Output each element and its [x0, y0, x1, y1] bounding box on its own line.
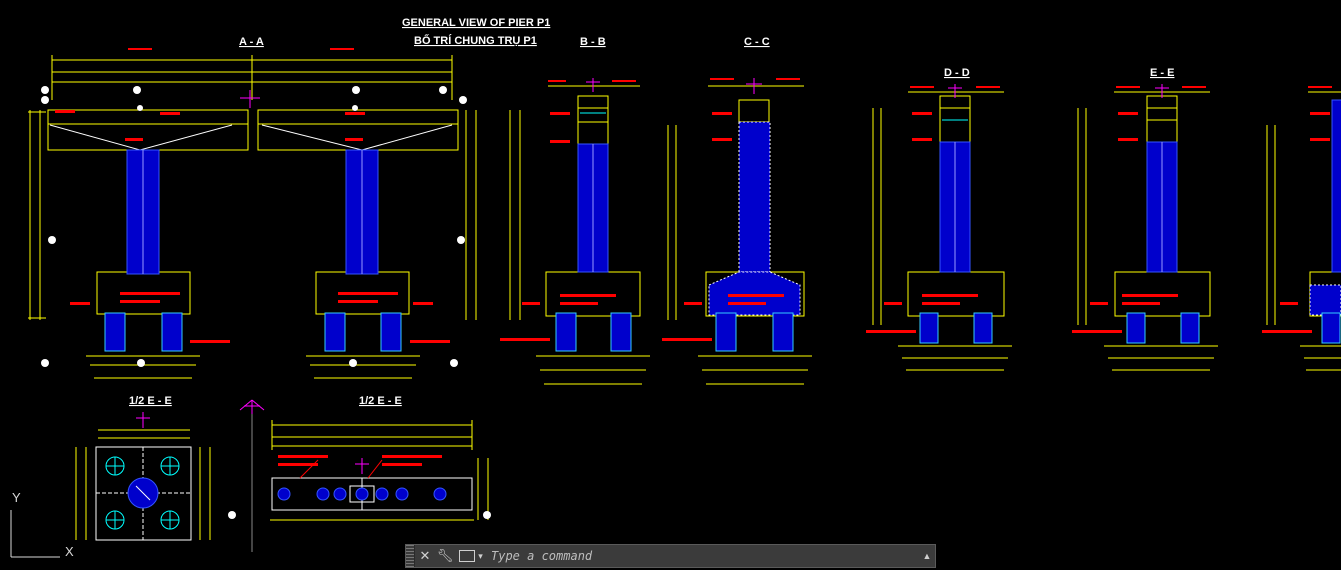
- section-label-d: D - D: [944, 67, 970, 79]
- command-prompt-icon[interactable]: ▾: [455, 545, 487, 567]
- drawing-subtitle: BỐ TRÍ CHUNG TRỤ P1: [414, 33, 537, 47]
- section-d-d: [866, 84, 1012, 371]
- plan-view-beam: [228, 400, 491, 521]
- plan-label-1: 1/2 E - E: [129, 395, 172, 407]
- section-c-c: [662, 78, 812, 385]
- command-line-grip[interactable]: [406, 545, 415, 567]
- command-input[interactable]: [487, 546, 919, 566]
- drawing-title: GENERAL VIEW OF PIER P1: [402, 17, 550, 29]
- section-partial-right: [1262, 86, 1341, 371]
- section-e-e: [1072, 84, 1218, 371]
- section-label-b: B - B: [580, 36, 606, 48]
- chevron-up-icon[interactable]: ▲: [919, 551, 935, 561]
- section-label-e: E - E: [1150, 67, 1174, 79]
- plan-view-pile-cap: [75, 412, 211, 541]
- ucs-y-label: Y: [12, 490, 21, 505]
- section-label-a: A - A: [239, 36, 264, 48]
- section-b-b: [500, 78, 650, 385]
- close-icon[interactable]: ✕: [415, 545, 435, 567]
- ucs-icon: [10, 510, 60, 558]
- plan-label-2: 1/2 E - E: [359, 395, 402, 407]
- ucs-x-label: X: [65, 544, 74, 559]
- command-line: ✕ 🔧︎ ▾ ▲: [405, 544, 936, 568]
- section-label-c: C - C: [744, 36, 770, 48]
- drawing-canvas[interactable]: GENERAL VIEW OF PIER P1 BỐ TRÍ CHUNG TRỤ…: [0, 0, 1341, 570]
- wrench-icon[interactable]: 🔧︎: [435, 545, 455, 567]
- section-a-a: [28, 55, 477, 379]
